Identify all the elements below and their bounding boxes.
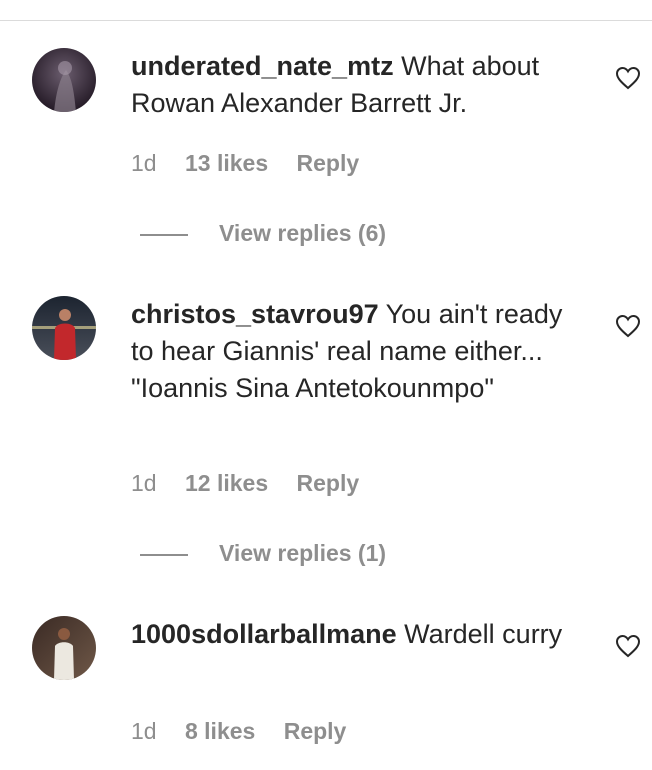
comment-meta: 1d 8 likes Reply: [131, 718, 368, 745]
heart-outline-icon[interactable]: [615, 314, 641, 338]
comment-username[interactable]: christos_stavrou97: [131, 299, 379, 329]
comment-time: 1d: [131, 470, 157, 496]
comment-body: christos_stavrou97 You ain't ready to he…: [131, 296, 591, 407]
likes-count[interactable]: 8 likes: [185, 718, 255, 744]
comment-meta: 1d 13 likes Reply: [131, 150, 381, 177]
comment-time: 1d: [131, 718, 157, 744]
comment-username[interactable]: underated_nate_mtz: [131, 51, 394, 81]
replies-divider: [140, 553, 188, 556]
heart-outline-icon[interactable]: [615, 634, 641, 658]
view-replies-label[interactable]: View replies (1): [219, 540, 386, 566]
avatar[interactable]: [32, 296, 96, 360]
likes-count[interactable]: 13 likes: [185, 150, 268, 176]
avatar[interactable]: [32, 616, 96, 680]
comment-time: 1d: [131, 150, 157, 176]
top-divider: [0, 20, 652, 21]
view-replies-button[interactable]: View replies (1): [140, 540, 386, 567]
comment-meta: 1d 12 likes Reply: [131, 470, 381, 497]
comment-text: Wardell curry: [404, 619, 563, 649]
reply-button[interactable]: Reply: [297, 470, 360, 496]
likes-count[interactable]: 12 likes: [185, 470, 268, 496]
comment-body: underated_nate_mtz What about Rowan Alex…: [131, 48, 591, 122]
comment-body: 1000sdollarballmane Wardell curry: [131, 616, 591, 653]
replies-divider: [140, 233, 188, 236]
comment-username[interactable]: 1000sdollarballmane: [131, 619, 397, 649]
view-replies-button[interactable]: View replies (6): [140, 220, 386, 247]
reply-button[interactable]: Reply: [297, 150, 360, 176]
heart-outline-icon[interactable]: [615, 66, 641, 90]
reply-button[interactable]: Reply: [284, 718, 347, 744]
view-replies-label[interactable]: View replies (6): [219, 220, 386, 246]
avatar[interactable]: [32, 48, 96, 112]
